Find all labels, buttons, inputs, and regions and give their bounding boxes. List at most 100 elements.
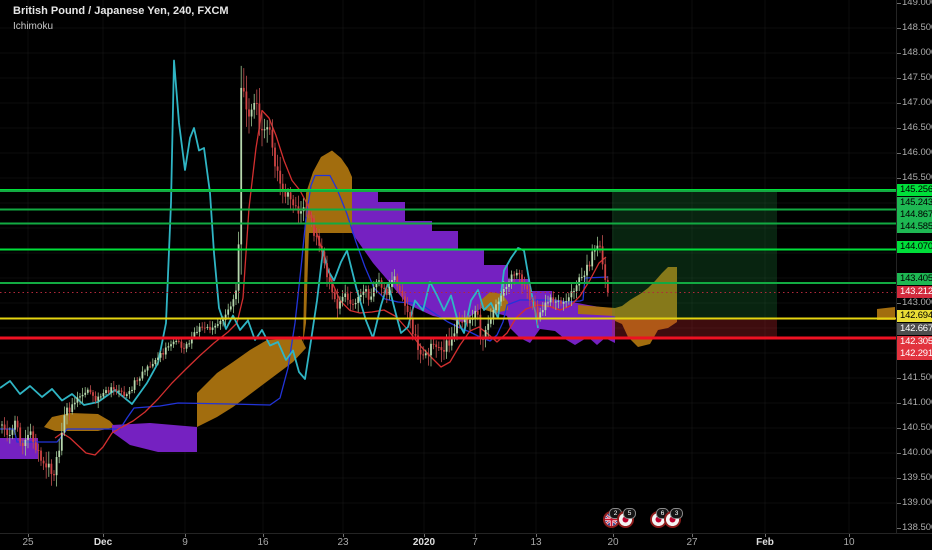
candle-up	[27, 435, 29, 440]
chart-canvas[interactable]	[0, 0, 896, 533]
candle-down	[121, 391, 123, 392]
price-axis-tick	[897, 128, 901, 129]
event-flag-jp-icon[interactable]: 5	[617, 511, 634, 528]
candle-up	[168, 346, 170, 347]
candle-down	[560, 301, 562, 304]
candle-up	[591, 252, 593, 267]
candle-down	[51, 464, 53, 474]
candle-up	[64, 415, 66, 433]
price-axis-tick	[897, 53, 901, 54]
candle-up	[97, 397, 99, 401]
candle-up	[506, 287, 508, 289]
candle-down	[181, 342, 183, 348]
candle-up	[378, 280, 380, 281]
symbol-title[interactable]: British Pound / Japanese Yen, 240, FXCM	[13, 5, 229, 18]
candle-up	[550, 297, 552, 302]
candle-up	[565, 301, 567, 302]
candle-up	[339, 302, 341, 309]
price-axis-label: 147.000	[902, 98, 932, 108]
candle-down	[90, 390, 92, 393]
candle-up	[71, 404, 73, 412]
candle-down	[552, 297, 554, 302]
candle-up	[58, 451, 60, 457]
candle-up	[82, 395, 84, 396]
candle-up	[563, 302, 565, 304]
candle-up	[144, 371, 146, 372]
candle-down	[420, 350, 422, 355]
price-axis-tick	[897, 528, 901, 529]
candle-up	[545, 303, 547, 311]
candle-down	[352, 304, 354, 305]
candle-down	[448, 340, 450, 345]
symbol-header[interactable]: British Pound / Japanese Yen, 240, FXCM …	[13, 5, 229, 33]
price-axis-tick	[897, 403, 901, 404]
candle-down	[404, 296, 406, 305]
candle-up	[233, 299, 235, 306]
price-axis-tick	[897, 453, 901, 454]
price-axis[interactable]: 149.000148.500148.000147.500147.000146.5…	[896, 0, 932, 533]
price-level-label: 144.070	[897, 241, 932, 253]
candle-down	[324, 252, 326, 264]
time-axis-label: 16	[257, 537, 268, 548]
price-axis-label: 145.500	[902, 173, 932, 183]
candle-down	[108, 390, 110, 392]
candle-down	[209, 327, 211, 330]
price-axis-tick	[897, 503, 901, 504]
candle-up	[147, 366, 149, 370]
candle-up	[493, 310, 495, 317]
tradingview-chart-window: British Pound / Japanese Yen, 240, FXCM …	[0, 0, 932, 550]
candle-down	[519, 273, 521, 275]
candle-down	[381, 280, 383, 288]
candle-up	[227, 310, 229, 315]
candle-up	[79, 396, 81, 397]
candle-up	[74, 403, 76, 405]
price-axis-label: 138.500	[902, 523, 932, 533]
candle-down	[305, 207, 307, 208]
candle-up	[1, 425, 3, 426]
candle-down	[347, 294, 349, 300]
indicator-label[interactable]: Ichimoku	[13, 20, 229, 33]
price-level-label: 144.867	[897, 209, 932, 221]
candle-up	[235, 291, 237, 300]
candle-up	[12, 430, 14, 435]
candle-up	[56, 457, 58, 475]
candle-up	[389, 287, 391, 295]
candle-up	[186, 344, 188, 349]
candle-down	[443, 350, 445, 352]
price-axis-label: 140.000	[902, 448, 932, 458]
price-axis-label: 148.000	[902, 48, 932, 58]
price-level-label: 142.694	[897, 310, 932, 322]
candle-down	[279, 171, 281, 184]
candle-up	[61, 433, 63, 451]
candle-down	[183, 348, 185, 349]
event-count-badge: 3	[670, 508, 683, 519]
chart-pane[interactable]	[0, 0, 896, 533]
candle-down	[45, 463, 47, 467]
price-level-label: 142.667	[897, 323, 932, 335]
event-flag-jp-icon[interactable]: 3	[664, 511, 681, 528]
price-axis-label: 146.500	[902, 123, 932, 133]
candle-up	[84, 393, 86, 395]
candle-up	[555, 302, 557, 303]
candle-down	[201, 327, 203, 328]
price-axis-tick	[897, 153, 901, 154]
candle-down	[383, 288, 385, 289]
position-loss-zone	[612, 320, 777, 339]
candle-down	[162, 353, 164, 355]
event-marker-group[interactable]: 63	[653, 511, 681, 529]
candle-down	[274, 148, 276, 167]
time-axis-label: 9	[182, 537, 188, 548]
event-marker-group[interactable]: 25	[606, 511, 634, 529]
candle-up	[87, 390, 89, 393]
price-level-label: 143.405	[897, 273, 932, 285]
time-axis[interactable]: 25Dec9162320207132027Feb10	[0, 533, 932, 550]
candle-down	[6, 430, 8, 436]
candle-up	[558, 301, 560, 302]
candle-down	[40, 451, 42, 461]
candle-up	[157, 358, 159, 360]
candle-up	[212, 328, 214, 330]
candle-down	[368, 289, 370, 300]
candle-up	[66, 408, 68, 416]
candle-down	[149, 366, 151, 367]
candle-down	[433, 344, 435, 345]
